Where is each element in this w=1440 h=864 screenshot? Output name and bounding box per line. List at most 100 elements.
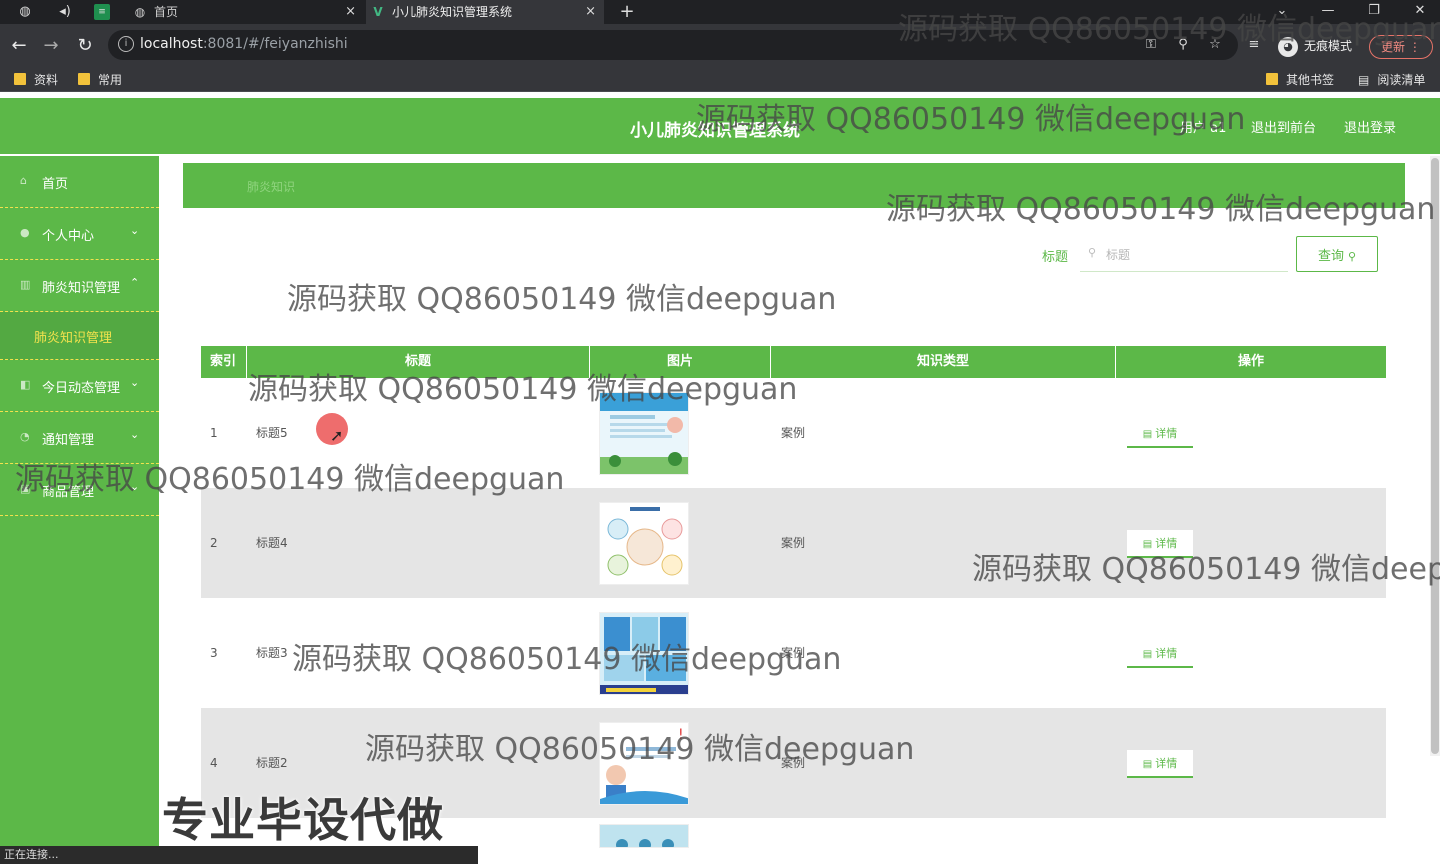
cell-index: 2 — [210, 536, 218, 550]
knowledge-thumbnail[interactable] — [599, 612, 689, 695]
url-path: :8081/#/feiyanzhishi — [202, 36, 348, 52]
url-host: localhost — [140, 36, 203, 52]
app-header: 小儿肺炎知识管理系统 用户 a1 退出到前台 退出登录 — [0, 98, 1440, 154]
query-button-label: 查询 — [1317, 248, 1344, 264]
url-text[interactable]: localhost:8081/#/feiyanzhishi — [140, 36, 348, 52]
close-window-button[interactable]: ✕ — [1400, 0, 1440, 24]
document-icon: ▤ — [1142, 759, 1153, 770]
incognito-icon: ◕ — [1278, 36, 1298, 57]
knowledge-thumbnail[interactable] — [599, 502, 689, 585]
reload-icon[interactable]: ↻ — [74, 36, 96, 58]
table-row: 2 标题4 案例 ▤ 详情 — [201, 488, 1386, 598]
audio-icon[interactable]: ◂) — [56, 3, 74, 21]
page-scrollbar[interactable] — [1430, 156, 1440, 756]
globe-icon: ◍ — [134, 5, 146, 19]
vue-icon: V — [373, 5, 383, 19]
promo-banner: 专业毕设代做 — [162, 793, 444, 847]
column-header-actions: 操作 — [1237, 354, 1264, 369]
reading-mode-icon[interactable]: ≡ — [1244, 36, 1264, 54]
cell-type: 案例 — [781, 426, 806, 440]
knowledge-thumbnail[interactable] — [599, 824, 689, 848]
bookmark-folder[interactable]: 常用 — [78, 72, 122, 88]
reading-list[interactable]: ▤ 阅读清单 — [1358, 72, 1425, 88]
sidebar-item-notice[interactable]: ◔ 通知管理 ⌄ — [0, 412, 159, 464]
book-icon: ▥ — [20, 278, 31, 291]
knowledge-thumbnail[interactable]: ! — [599, 722, 689, 805]
other-bookmarks[interactable]: 其他书签 — [1266, 72, 1334, 88]
search-icon: ⚲ — [1088, 246, 1097, 259]
sidebar-item-label: 个人中心 — [42, 229, 95, 244]
incognito-indicator[interactable]: ◕ 无痕模式 — [1278, 35, 1352, 57]
thumbnail-image — [600, 613, 688, 694]
submenu-item-pneumonia-knowledge[interactable]: 肺炎知识管理 — [0, 312, 159, 360]
search-input[interactable] — [1080, 238, 1288, 272]
sidebar-item-daily-news[interactable]: ◧ 今日动态管理 ⌄ — [0, 360, 159, 412]
tab-close-icon[interactable]: × — [585, 0, 596, 24]
column-header-title: 标题 — [247, 346, 590, 378]
folder-icon — [78, 73, 90, 85]
tab-close-icon[interactable]: × — [345, 0, 356, 24]
column-header-type: 知识类型 — [771, 346, 1116, 378]
document-icon: ▤ — [1142, 429, 1153, 440]
reading-list-icon: ▤ — [1358, 73, 1370, 87]
folder-icon — [14, 73, 26, 85]
back-to-front-link[interactable]: 退出到前台 — [1251, 117, 1316, 136]
star-icon[interactable]: ☆ — [1205, 36, 1225, 54]
watermark: 源码获取 QQ86050149 微信deepguan — [287, 282, 837, 317]
user-name: 用户 a1 — [1180, 121, 1227, 136]
tab-system[interactable]: V 小儿肺炎知识管理系统 × — [366, 0, 604, 24]
bookmarks-bar: 资料 常用 其他书签 ▤ 阅读清单 — [0, 68, 1440, 92]
column-header-index: 索引 — [201, 346, 247, 378]
detail-button-label: 详情 — [1155, 757, 1178, 770]
detail-button[interactable]: ▤ 详情 — [1127, 640, 1193, 668]
column-header-image: 图片 — [590, 346, 771, 378]
key-icon[interactable]: ⚿ — [1141, 36, 1161, 54]
detail-button[interactable]: ▤ 详情 — [1127, 530, 1193, 558]
thumbnail-image — [600, 503, 688, 584]
url-field[interactable]: i localhost:8081/#/feiyanzhishi ⚿ ⚲ ☆ — [108, 30, 1238, 60]
app-tab-icon[interactable]: ≡ — [94, 4, 110, 20]
sidebar-item-personal-center[interactable]: ● 个人中心 ⌄ — [0, 208, 159, 260]
info-icon[interactable]: i — [118, 36, 134, 52]
document-icon: ▤ — [1142, 649, 1153, 660]
cell-index: 3 — [210, 646, 218, 660]
svg-text:!: ! — [678, 727, 684, 743]
forward-icon[interactable]: → — [40, 36, 62, 58]
news-icon: ◧ — [20, 378, 31, 391]
search-label: 标题 — [1042, 250, 1069, 265]
mouse-cursor-icon: ➚ — [330, 426, 344, 445]
sidebar-item-pneumonia-knowledge[interactable]: ▥ 肺炎知识管理 ⌃ — [0, 260, 159, 312]
sidebar-item-goods[interactable]: ▣ 商品管理 ⌄ — [0, 464, 159, 516]
zoom-icon[interactable]: ⚲ — [1173, 36, 1193, 54]
breadcrumb: 肺炎知识 — [183, 163, 1405, 208]
detail-button[interactable]: ▤ 详情 — [1127, 750, 1193, 778]
minimize-button[interactable]: — — [1308, 0, 1348, 24]
new-tab-button[interactable]: + — [618, 3, 636, 21]
query-button[interactable]: 查询 ⚲ — [1296, 236, 1378, 272]
tab-search-icon[interactable]: ⌄ — [1262, 0, 1302, 24]
chevron-down-icon: ⌄ — [130, 480, 140, 493]
knowledge-thumbnail[interactable] — [599, 392, 689, 475]
bookmark-label: 资料 — [34, 73, 59, 87]
home-icon: ⌂ — [20, 174, 27, 187]
chevron-down-icon: ⌄ — [130, 224, 140, 237]
restore-button[interactable]: ❐ — [1354, 0, 1394, 24]
cart-icon: ▣ — [20, 482, 31, 495]
bookmark-folder[interactable]: 资料 — [14, 72, 58, 88]
sidebar-item-home[interactable]: ⌂ 首页 — [0, 156, 159, 208]
scrollbar-thumb[interactable] — [1431, 158, 1439, 754]
tab-home[interactable]: ◍ 首页 × — [128, 0, 364, 24]
table-header: 索引 标题 图片 知识类型 操作 — [201, 346, 1386, 378]
back-icon[interactable]: ← — [8, 36, 30, 58]
sidebar-item-label: 肺炎知识管理 — [42, 281, 121, 296]
browser-globe-icon: ◍ — [19, 4, 31, 19]
address-bar: ← → ↻ i localhost:8081/#/feiyanzhishi ⚿ … — [0, 24, 1440, 68]
folder-icon — [1266, 73, 1278, 85]
thumbnail-image — [600, 825, 688, 847]
status-text: 正在连接... — [4, 848, 59, 861]
detail-button[interactable]: ▤ 详情 — [1127, 420, 1193, 448]
detail-button-label: 详情 — [1155, 427, 1178, 440]
update-button[interactable]: 更新 ⋮ — [1369, 35, 1433, 59]
cell-title: 标题4 — [256, 536, 288, 550]
logout-link[interactable]: 退出登录 — [1344, 117, 1396, 136]
